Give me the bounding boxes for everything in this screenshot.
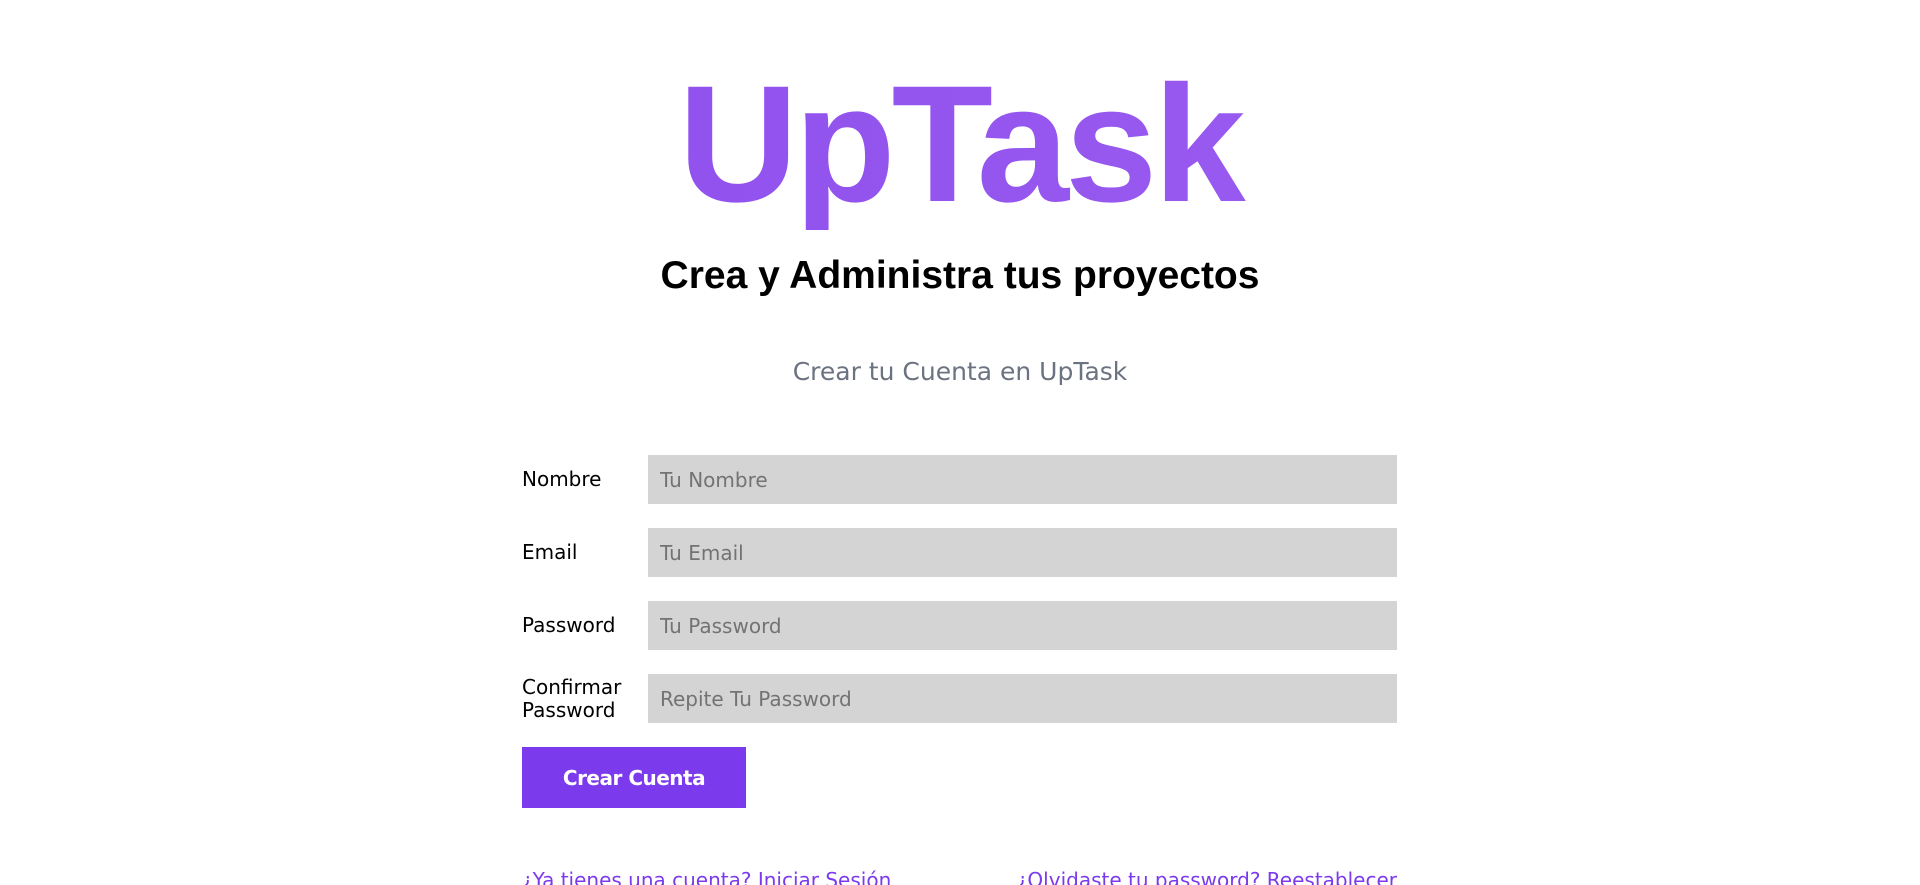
email-label: Email xyxy=(522,540,578,564)
create-account-button[interactable]: Crear Cuenta xyxy=(522,747,746,808)
page-tagline: Crea y Administra tus proyectos xyxy=(660,254,1260,297)
password-field-row: Password xyxy=(522,601,1397,650)
confirm-password-field-row: Confirmar Password xyxy=(522,674,1397,723)
name-label: Nombre xyxy=(522,467,602,491)
form-heading: Crear tu Cuenta en UpTask xyxy=(792,357,1128,386)
auth-links: ¿Ya tienes una cuenta? Iniciar Sesión ¿O… xyxy=(522,868,1397,885)
forgot-password-link[interactable]: ¿Olvidaste tu password? Reestablecer xyxy=(1017,868,1397,885)
email-field-row: Email xyxy=(522,528,1397,577)
signup-form: Nombre Email Password Confirmar Password… xyxy=(522,455,1397,808)
name-input[interactable] xyxy=(648,455,1397,504)
app-logo: UpTask xyxy=(0,60,1920,230)
confirm-password-input[interactable] xyxy=(648,674,1397,723)
email-input[interactable] xyxy=(648,528,1397,577)
name-field-row: Nombre xyxy=(522,455,1397,504)
password-label: Password xyxy=(522,613,616,637)
password-input[interactable] xyxy=(648,601,1397,650)
confirm-password-label: Confirmar Password xyxy=(522,674,622,722)
login-link[interactable]: ¿Ya tienes una cuenta? Iniciar Sesión xyxy=(522,868,891,885)
